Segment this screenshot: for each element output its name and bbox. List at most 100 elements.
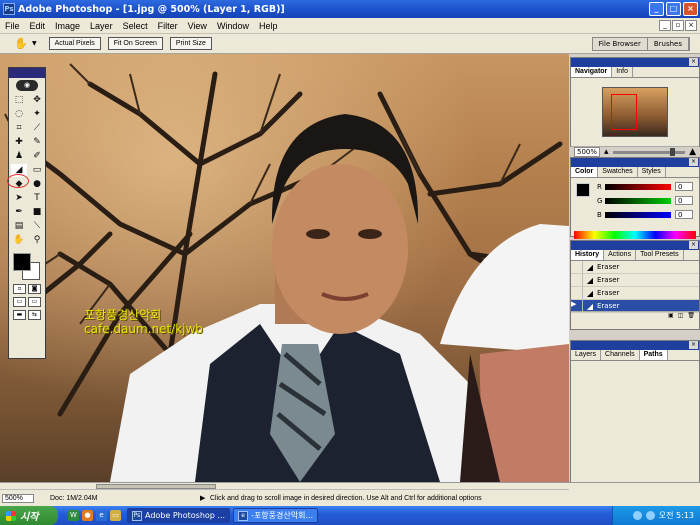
zoom-slider-knob[interactable]	[670, 147, 676, 156]
fit-on-screen-button[interactable]: Fit On Screen	[107, 37, 163, 50]
menu-image[interactable]: Image	[50, 21, 85, 31]
tab-color[interactable]: Color	[571, 167, 599, 177]
menu-select[interactable]: Select	[118, 21, 153, 31]
screen-mode-standard-icon[interactable]: ▭	[13, 297, 26, 307]
menu-layer[interactable]: Layer	[85, 21, 118, 31]
menu-filter[interactable]: Filter	[153, 21, 183, 31]
green-channel-slider[interactable]	[605, 197, 671, 204]
doc-close-button[interactable]: ×	[685, 20, 697, 31]
marquee-tool-icon[interactable]: ⬚	[11, 94, 27, 107]
tab-paths[interactable]: Paths	[639, 350, 668, 360]
tab-layers[interactable]: Layers	[571, 350, 602, 360]
close-button[interactable]: ×	[683, 2, 698, 16]
history-source-checkbox[interactable]	[571, 261, 583, 273]
close-icon[interactable]: ×	[689, 58, 698, 66]
doc-size-info[interactable]: Doc: 1M/2.04M	[50, 495, 200, 502]
quick-launch-media-icon[interactable]: ●	[82, 510, 93, 521]
lasso-tool-icon[interactable]: ◌	[11, 108, 27, 121]
horizontal-scrollbar[interactable]	[0, 483, 569, 490]
photoshop-app-icon[interactable]: Ps	[3, 3, 15, 15]
jump-to-imageready-icon[interactable]: ⇆	[28, 310, 41, 320]
start-button[interactable]: 시작	[0, 506, 58, 525]
status-zoom-field[interactable]: 500%	[2, 493, 34, 503]
clock[interactable]: 오전 5:13	[659, 510, 694, 521]
doc-minimize-button[interactable]: _	[659, 20, 671, 31]
quick-mask-mode-icon[interactable]: ◙	[28, 284, 41, 294]
hand-tool-icon[interactable]: ✋	[11, 234, 27, 247]
tab-info[interactable]: Info	[612, 67, 633, 77]
tab-tool-presets[interactable]: Tool Presets	[636, 250, 684, 260]
screen-mode-full-icon[interactable]: ▬	[13, 310, 26, 320]
navigator-zoom-field[interactable]: 500%	[574, 147, 601, 157]
tab-actions[interactable]: Actions	[604, 250, 637, 260]
new-snapshot-icon[interactable]: ◫	[678, 312, 684, 320]
standard-mode-icon[interactable]: ▫	[13, 284, 26, 294]
tray-icon[interactable]	[645, 511, 655, 520]
dodge-tool-icon[interactable]: ●	[29, 178, 45, 191]
color-palette-titlebar[interactable]: ×	[571, 158, 699, 167]
history-palette-titlebar[interactable]: ×	[571, 241, 699, 250]
maximize-button[interactable]: □	[666, 2, 681, 16]
color-spectrum-bar[interactable]	[574, 231, 696, 239]
taskbar-browser-button[interactable]: e -포항풍경산악회...	[233, 508, 319, 523]
actual-pixels-button[interactable]: Actual Pixels	[48, 37, 101, 50]
notes-tool-icon[interactable]: ▤	[11, 220, 27, 233]
clone-stamp-tool-icon[interactable]: ♟	[11, 150, 27, 163]
shape-tool-icon[interactable]: ■	[29, 206, 45, 219]
tab-channels[interactable]: Channels	[601, 350, 640, 360]
brush-tool-icon[interactable]: ✎	[29, 136, 45, 149]
toolbox-titlebar[interactable]	[9, 68, 45, 78]
navigator-view-box[interactable]	[611, 94, 637, 130]
move-tool-icon[interactable]: ✥	[29, 94, 45, 107]
magic-wand-tool-icon[interactable]: ✦	[29, 108, 45, 121]
zoom-in-icon[interactable]: ▲	[689, 147, 696, 157]
history-item[interactable]: ◢ Eraser	[571, 287, 699, 300]
zoom-tool-icon[interactable]: ⚲	[29, 234, 45, 247]
quick-launch-app-icon[interactable]: W	[68, 510, 79, 521]
document-canvas[interactable]: 포항풍경산악회 cafe.daum.net/kjwb	[0, 54, 569, 482]
chevron-down-icon[interactable]: ▼	[32, 40, 37, 47]
blue-channel-value[interactable]: 0	[675, 210, 693, 219]
color-foreground-swatch[interactable]	[576, 183, 590, 197]
internet-explorer-icon[interactable]: e	[96, 510, 107, 521]
hand-tool-preset-icon[interactable]: ✋	[14, 37, 32, 50]
trash-icon[interactable]: 🗑	[687, 312, 695, 320]
paths-list[interactable]	[571, 361, 699, 485]
close-icon[interactable]: ×	[689, 241, 698, 249]
green-channel-value[interactable]: 0	[675, 196, 693, 205]
red-channel-value[interactable]: 0	[675, 182, 693, 191]
history-brush-tool-icon[interactable]: ✐	[29, 150, 45, 163]
zoom-out-icon[interactable]: ▴	[604, 147, 609, 157]
crop-tool-icon[interactable]: ⌗	[11, 122, 27, 135]
doc-restore-button[interactable]: ▫	[672, 20, 684, 31]
slice-tool-icon[interactable]: ⟋	[29, 122, 45, 135]
tray-icon[interactable]	[632, 511, 642, 520]
history-source-checkbox[interactable]: ▶	[571, 300, 583, 312]
history-item[interactable]: ◢ Eraser	[571, 261, 699, 274]
menu-window[interactable]: Window	[212, 21, 254, 31]
gradient-tool-icon[interactable]: ▭	[29, 164, 45, 177]
menu-file[interactable]: File	[0, 21, 25, 31]
eyedropper-tool-icon[interactable]: ⟍	[29, 220, 45, 233]
menu-view[interactable]: View	[183, 21, 212, 31]
screen-mode-full-menu-icon[interactable]: ▭	[28, 297, 41, 307]
pen-tool-icon[interactable]: ✒	[11, 206, 27, 219]
print-size-button[interactable]: Print Size	[169, 37, 212, 50]
navigator-thumbnail[interactable]	[602, 87, 668, 137]
foreground-color-swatch[interactable]	[13, 253, 31, 271]
photoshop-logo-icon[interactable]: ◉	[16, 79, 38, 91]
menu-edit[interactable]: Edit	[25, 21, 51, 31]
history-source-checkbox[interactable]	[571, 287, 583, 299]
history-item[interactable]: ◢ Eraser	[571, 274, 699, 287]
brushes-tab[interactable]: Brushes	[647, 37, 689, 50]
path-selection-tool-icon[interactable]: ➤	[11, 192, 27, 205]
taskbar-photoshop-button[interactable]: Ps Adobe Photoshop ...	[127, 508, 231, 523]
tab-history[interactable]: History	[571, 250, 605, 260]
close-icon[interactable]: ×	[689, 158, 698, 166]
tab-styles[interactable]: Styles	[638, 167, 666, 177]
navigator-zoom-slider[interactable]	[612, 147, 686, 156]
type-tool-icon[interactable]: T	[29, 192, 45, 205]
red-channel-slider[interactable]	[605, 183, 671, 190]
file-browser-tab[interactable]: File Browser	[592, 37, 648, 50]
layers-palette-titlebar[interactable]: ×	[571, 341, 699, 350]
